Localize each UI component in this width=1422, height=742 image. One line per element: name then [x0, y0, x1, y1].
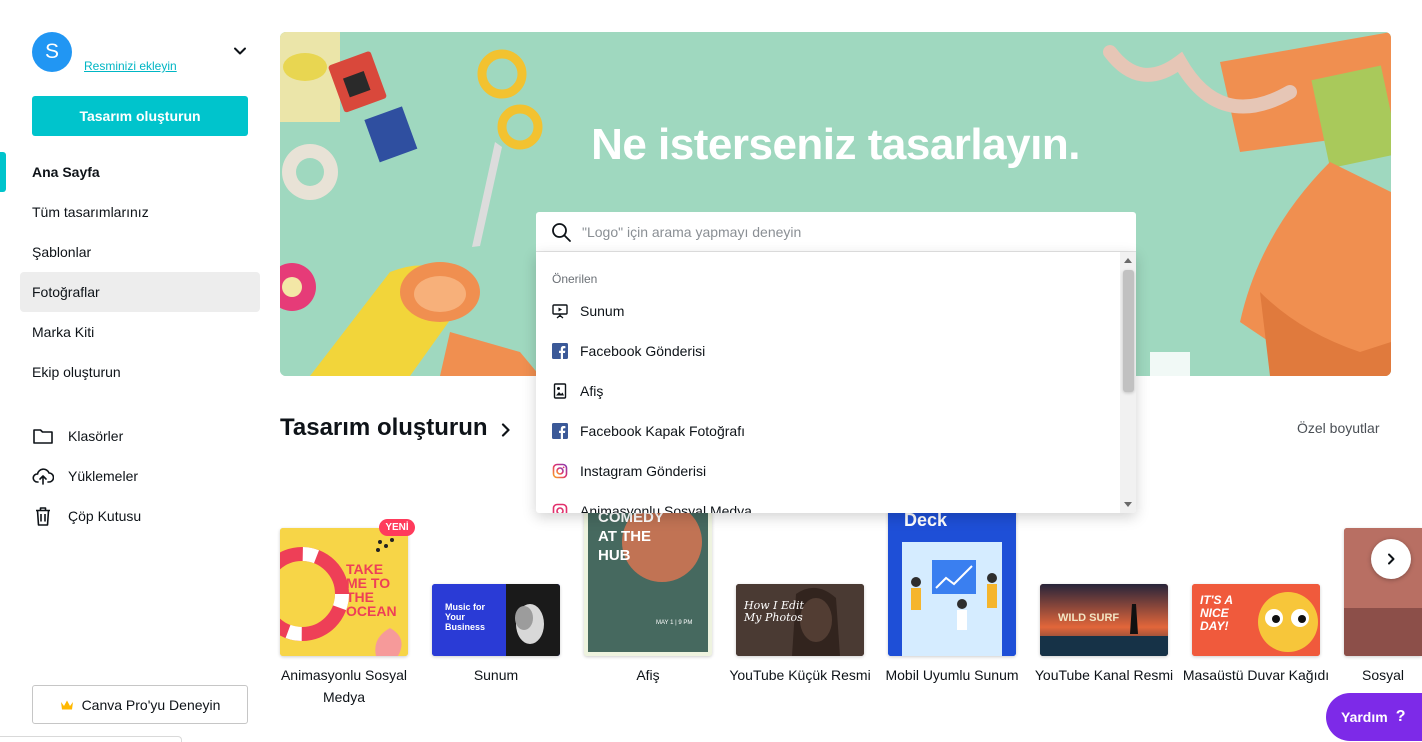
help-button[interactable]: Yardım ? — [1326, 693, 1422, 741]
try-pro-button[interactable]: Canva Pro'yu Deneyin — [32, 685, 248, 724]
suggestion-item[interactable]: Facebook Kapak Fotoğrafı — [536, 411, 1120, 451]
trash-label: Çöp Kutusu — [68, 508, 142, 524]
custom-size-link[interactable]: Özel boyutlar — [1297, 420, 1379, 436]
design-card-thumb[interactable]: How I Edit My Photos — [736, 584, 864, 656]
design-card-thumb[interactable]: IT'S A NICE DAY! — [1192, 584, 1320, 656]
bottom-panel-edge — [0, 736, 182, 742]
suggestion-item[interactable]: Animasyonlu Sosyal Medya — [536, 491, 1120, 513]
search-icon — [552, 222, 571, 242]
scrollbar-thumb[interactable] — [1123, 270, 1134, 392]
design-card-thumb[interactable]: COMEDY AT THE HUB MAY 1 | 9 PM — [584, 506, 712, 656]
thumb-text: Deck — [904, 510, 948, 530]
uploads-label: Yüklemeler — [68, 468, 139, 484]
carousel-next-button[interactable] — [1371, 539, 1411, 579]
scroll-down-icon[interactable] — [1124, 502, 1132, 507]
chevron-right-icon[interactable] — [500, 422, 512, 438]
create-design-button[interactable]: Tasarım oluşturun — [32, 96, 248, 136]
folders-label: Klasörler — [68, 428, 124, 444]
create-section-title[interactable]: Tasarım oluşturun — [280, 414, 488, 442]
facebook-icon — [552, 423, 568, 439]
presentation-icon — [552, 303, 568, 319]
suggestion-item[interactable]: Instagram Gönderisi — [536, 451, 1120, 491]
suggestion-label: Sunum — [580, 303, 625, 319]
design-card-thumb[interactable]: TAKE ME TO THE OCEAN — [280, 528, 408, 656]
thumb-text: IT'S A NICE DAY! — [1200, 593, 1233, 633]
add-photo-link[interactable]: Resminizi ekleyin — [84, 59, 177, 73]
instagram-icon — [552, 463, 568, 479]
secondary-nav: Klasörler Yüklemeler Çöp Kutusu — [32, 416, 252, 536]
dropdown-scrollbar[interactable] — [1120, 252, 1136, 513]
help-label: Yardım — [1341, 709, 1388, 725]
facebook-icon — [552, 343, 568, 359]
design-card-thumb[interactable]: WILD SURF — [1040, 584, 1168, 656]
design-card-thumb[interactable]: Music for Your Business — [432, 584, 560, 656]
design-card-label[interactable]: YouTube Küçük Resmi — [724, 664, 876, 686]
suggestion-label: Afiş — [580, 383, 604, 399]
suggestions-heading: Önerilen — [552, 272, 598, 286]
suggestion-label: Facebook Kapak Fotoğrafı — [580, 423, 745, 439]
search-input[interactable] — [582, 223, 1102, 240]
cloud-upload-icon — [32, 465, 54, 487]
nav-item-photos[interactable]: Fotoğraflar — [20, 272, 260, 312]
nav-item-brand-kit[interactable]: Marka Kiti — [20, 312, 260, 352]
nav-item-trash[interactable]: Çöp Kutusu — [32, 496, 252, 536]
nav-item-uploads[interactable]: Yüklemeler — [32, 456, 252, 496]
new-badge: YENİ — [379, 519, 415, 536]
suggestions-list: Sunum Facebook Gönderisi Afiş Facebook K… — [536, 291, 1120, 513]
thumb-subtext: MAY 1 | 9 PM — [656, 620, 693, 626]
suggestion-label: Instagram Gönderisi — [580, 463, 707, 479]
scroll-up-icon[interactable] — [1124, 258, 1132, 263]
hero-title: Ne isterseniz tasarlayın. — [591, 120, 1080, 169]
try-pro-label: Canva Pro'yu Deneyin — [81, 696, 221, 713]
design-card-label[interactable]: Masaüstü Duvar Kağıdı — [1180, 664, 1332, 686]
crown-icon — [60, 700, 73, 709]
nav-item-templates[interactable]: Şablonlar — [20, 232, 260, 272]
suggestion-item[interactable]: Afiş — [536, 371, 1120, 411]
design-search-bar[interactable] — [536, 212, 1136, 252]
search-suggestions-dropdown: Önerilen Sunum Facebook Gönderisi Afiş F… — [536, 252, 1136, 513]
account-switcher[interactable]: S Resminizi ekleyin — [32, 32, 262, 76]
question-icon: ? — [1395, 708, 1406, 725]
nav-item-all-designs[interactable]: Tüm tasarımlarınız — [20, 192, 260, 232]
nav-item-home[interactable]: Ana Sayfa — [20, 152, 260, 192]
thumb-text: Music for Your Business — [445, 602, 486, 632]
thumb-text: COMEDY AT THE HUB — [598, 509, 664, 564]
nav-item-folders[interactable]: Klasörler — [32, 416, 252, 456]
design-card-label[interactable]: Sosyal — [1362, 664, 1422, 686]
thumb-text: WILD SURF — [1058, 612, 1120, 624]
thumb-text: How I Edit My Photos — [744, 599, 804, 624]
sidebar: S Resminizi ekleyin Tasarım oluşturun An… — [0, 0, 270, 742]
folder-icon — [32, 425, 54, 447]
chevron-down-icon[interactable] — [231, 42, 249, 60]
chevron-right-icon — [1388, 553, 1395, 565]
main-nav: Ana Sayfa Tüm tasarımlarınız Şablonlar F… — [20, 152, 260, 392]
active-nav-indicator — [0, 152, 6, 192]
nav-item-create-team[interactable]: Ekip oluşturun — [20, 352, 260, 392]
suggestion-label: Facebook Gönderisi — [580, 343, 706, 359]
thumb-text: TAKE ME TO THE OCEAN — [346, 561, 397, 619]
design-card-label[interactable]: Sunum — [420, 664, 572, 686]
suggestion-item[interactable]: Sunum — [536, 291, 1120, 331]
design-card-label[interactable]: YouTube Kanal Resmi — [1028, 664, 1180, 686]
poster-icon — [552, 383, 568, 399]
instagram-icon — [552, 503, 568, 513]
design-card-thumb[interactable]: Deck — [888, 508, 1016, 656]
trash-icon — [32, 505, 54, 527]
suggestion-label: Animasyonlu Sosyal Medya — [580, 503, 752, 513]
avatar[interactable]: S — [32, 32, 72, 72]
design-card-label[interactable]: Mobil Uyumlu Sunum — [876, 664, 1028, 686]
suggestion-item[interactable]: Facebook Gönderisi — [536, 331, 1120, 371]
design-card-label[interactable]: Animasyonlu Sosyal Medya — [268, 664, 420, 708]
design-card-label[interactable]: Afiş — [572, 664, 724, 686]
